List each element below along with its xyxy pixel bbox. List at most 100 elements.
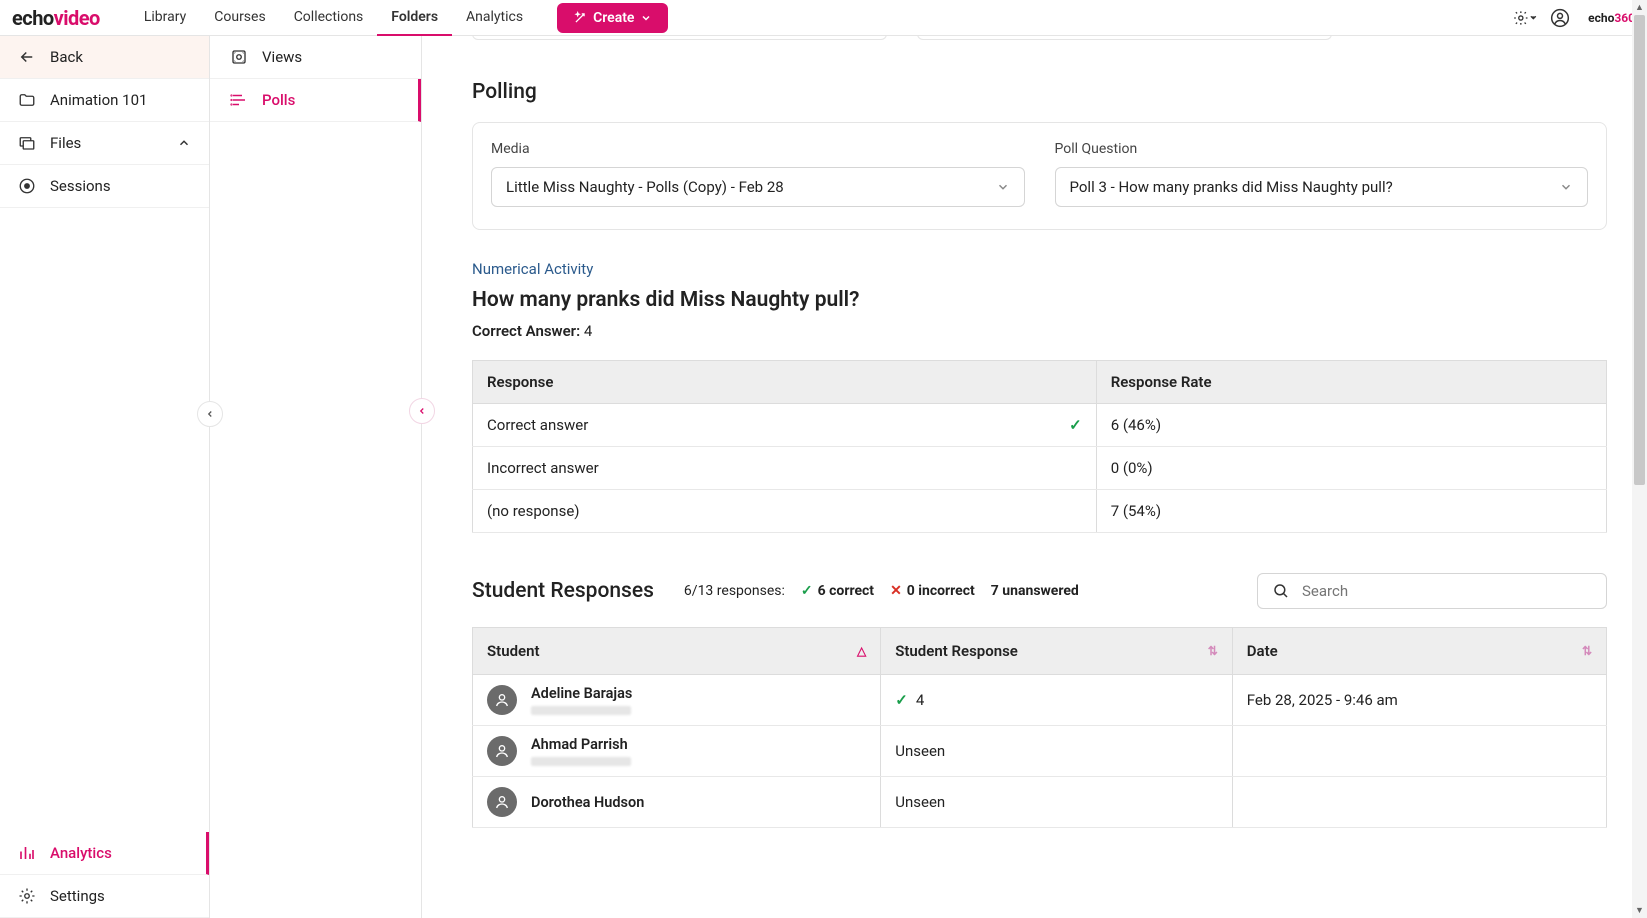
activity-type: Numerical Activity [472, 260, 1607, 278]
polling-filters: Media Little Miss Naughty - Polls (Copy)… [472, 122, 1607, 230]
sidebar-back-label: Back [50, 48, 83, 66]
sidebar-back[interactable]: Back [0, 36, 209, 79]
files-icon [18, 134, 36, 152]
collapse-left-sidebar[interactable] [197, 401, 223, 427]
col-student-response[interactable]: Student Response ⇅ [881, 628, 1233, 675]
nav-collections[interactable]: Collections [280, 0, 378, 36]
content: Polling Media Little Miss Naughty - Poll… [422, 36, 1647, 918]
table-row: Correct answer✓ 6 (46%) [473, 404, 1607, 447]
top-nav: Library Courses Collections Folders Anal… [130, 0, 537, 36]
student-sub-blurred [531, 706, 631, 715]
student-sub-blurred [531, 757, 631, 766]
table-row: (no response) 7 (54%) [473, 490, 1607, 533]
media-value: Little Miss Naughty - Polls (Copy) - Feb… [506, 178, 784, 196]
chevron-down-icon [1559, 180, 1573, 194]
gear-icon[interactable] [1512, 8, 1532, 28]
create-label: Create [593, 10, 634, 26]
create-button[interactable]: Create [557, 3, 668, 33]
table-row: Incorrect answer 0 (0%) [473, 447, 1607, 490]
brand-small[interactable]: echo360 [1588, 11, 1635, 25]
scroll-thumb[interactable] [1634, 15, 1645, 485]
responses-summary: 6/13 responses: ✓6 correct ✕0 incorrect … [684, 583, 1079, 599]
subnav-views[interactable]: Views [210, 36, 421, 79]
subnav-polls[interactable]: Polls [210, 79, 421, 122]
col-date[interactable]: Date ⇅ [1232, 628, 1606, 675]
student-response: 4 [916, 691, 924, 709]
ghost-card [472, 36, 887, 40]
response-label: Correct answer [487, 416, 588, 434]
sidebar-sub: Views Polls [210, 36, 422, 918]
sidebar-sessions[interactable]: Sessions [0, 165, 209, 208]
table-row: Dorothea Hudson Unseen [473, 777, 1607, 828]
response-rate: 7 (54%) [1096, 490, 1606, 533]
chevron-down-icon [996, 180, 1010, 194]
sidebar-course-label: Animation 101 [50, 91, 147, 109]
media-field: Media Little Miss Naughty - Polls (Copy)… [491, 141, 1025, 207]
sidebar-settings[interactable]: Settings [0, 875, 209, 918]
check-icon: ✓ [895, 691, 908, 709]
response-date [1232, 777, 1606, 828]
table-row: Adeline Barajas ✓ 4 Feb 28, 2025 - 9:46 … [473, 675, 1607, 726]
user-icon[interactable] [1550, 8, 1570, 28]
question-select[interactable]: Poll 3 - How many pranks did Miss Naught… [1055, 167, 1589, 207]
chevron-up-icon [177, 136, 191, 150]
student-name: Adeline Barajas [531, 685, 632, 702]
topbar-right: echo360 [1512, 8, 1635, 28]
sort-icon: ⇅ [1582, 644, 1592, 658]
polls-icon [230, 91, 248, 109]
sidebar-course[interactable]: Animation 101 [0, 79, 209, 122]
collapse-sub-sidebar[interactable] [409, 398, 435, 424]
polling-heading: Polling [472, 80, 1607, 104]
student-response: Unseen [881, 777, 1233, 828]
sidebar-left: Back Animation 101 Files Sessions [0, 36, 210, 918]
top-bar: echovideo Library Courses Collections Fo… [0, 0, 1647, 36]
nav-library[interactable]: Library [130, 0, 200, 36]
sidebar-analytics-label: Analytics [50, 844, 112, 862]
folder-icon [18, 91, 36, 109]
response-date [1232, 726, 1606, 777]
subnav-views-label: Views [262, 48, 302, 66]
scroll-down-icon[interactable]: ▼ [1632, 903, 1647, 918]
responses-count: 6/13 responses: [684, 583, 785, 599]
x-icon: ✕ [890, 583, 902, 599]
sort-icon: ⇅ [1208, 644, 1218, 658]
response-summary-table: Response Response Rate Correct answer✓ 6… [472, 360, 1607, 533]
sidebar-sessions-label: Sessions [50, 177, 111, 195]
check-icon: ✓ [801, 583, 813, 599]
incorrect-count: 0 incorrect [907, 583, 975, 599]
correct-answer-value: 4 [584, 322, 592, 340]
analytics-icon [18, 844, 36, 862]
unanswered-count: 7 unanswered [991, 583, 1079, 599]
response-date: Feb 28, 2025 - 9:46 am [1232, 675, 1606, 726]
scroll-up-icon[interactable]: ▲ [1632, 0, 1647, 15]
sidebar-files-label: Files [50, 134, 81, 152]
question-label: Poll Question [1055, 141, 1589, 157]
nav-folders[interactable]: Folders [377, 0, 452, 36]
student-response: Unseen [881, 726, 1233, 777]
views-icon [230, 48, 248, 66]
main-area: Back Animation 101 Files Sessions [0, 36, 1647, 918]
question-field: Poll Question Poll 3 - How many pranks d… [1055, 141, 1589, 207]
sessions-icon [18, 177, 36, 195]
student-responses-heading: Student Responses [472, 579, 654, 603]
nav-courses[interactable]: Courses [200, 0, 279, 36]
sort-asc-icon: △ [857, 644, 866, 658]
logo[interactable]: echovideo [12, 6, 100, 30]
avatar [487, 685, 517, 715]
search-input[interactable] [1302, 582, 1592, 600]
chevron-down-icon [640, 12, 652, 24]
search-box[interactable] [1257, 573, 1607, 609]
media-select[interactable]: Little Miss Naughty - Polls (Copy) - Feb… [491, 167, 1025, 207]
logo-part1: echo [12, 6, 54, 30]
scrollbar[interactable]: ▲ ▼ [1632, 0, 1647, 918]
col-student[interactable]: Student △ [473, 628, 881, 675]
sidebar-files[interactable]: Files [0, 122, 209, 165]
correct-count: 6 correct [818, 583, 874, 599]
sidebar-analytics[interactable]: Analytics [0, 832, 209, 875]
correct-answer-label: Correct Answer: [472, 322, 580, 340]
sidebar-settings-label: Settings [50, 887, 105, 905]
sidebar-bottom: Analytics Settings [0, 832, 209, 918]
nav-analytics[interactable]: Analytics [452, 0, 537, 36]
student-responses-table: Student △ Student Response ⇅ Date ⇅ [472, 627, 1607, 828]
correct-answer: Correct Answer: 4 [472, 322, 1607, 340]
